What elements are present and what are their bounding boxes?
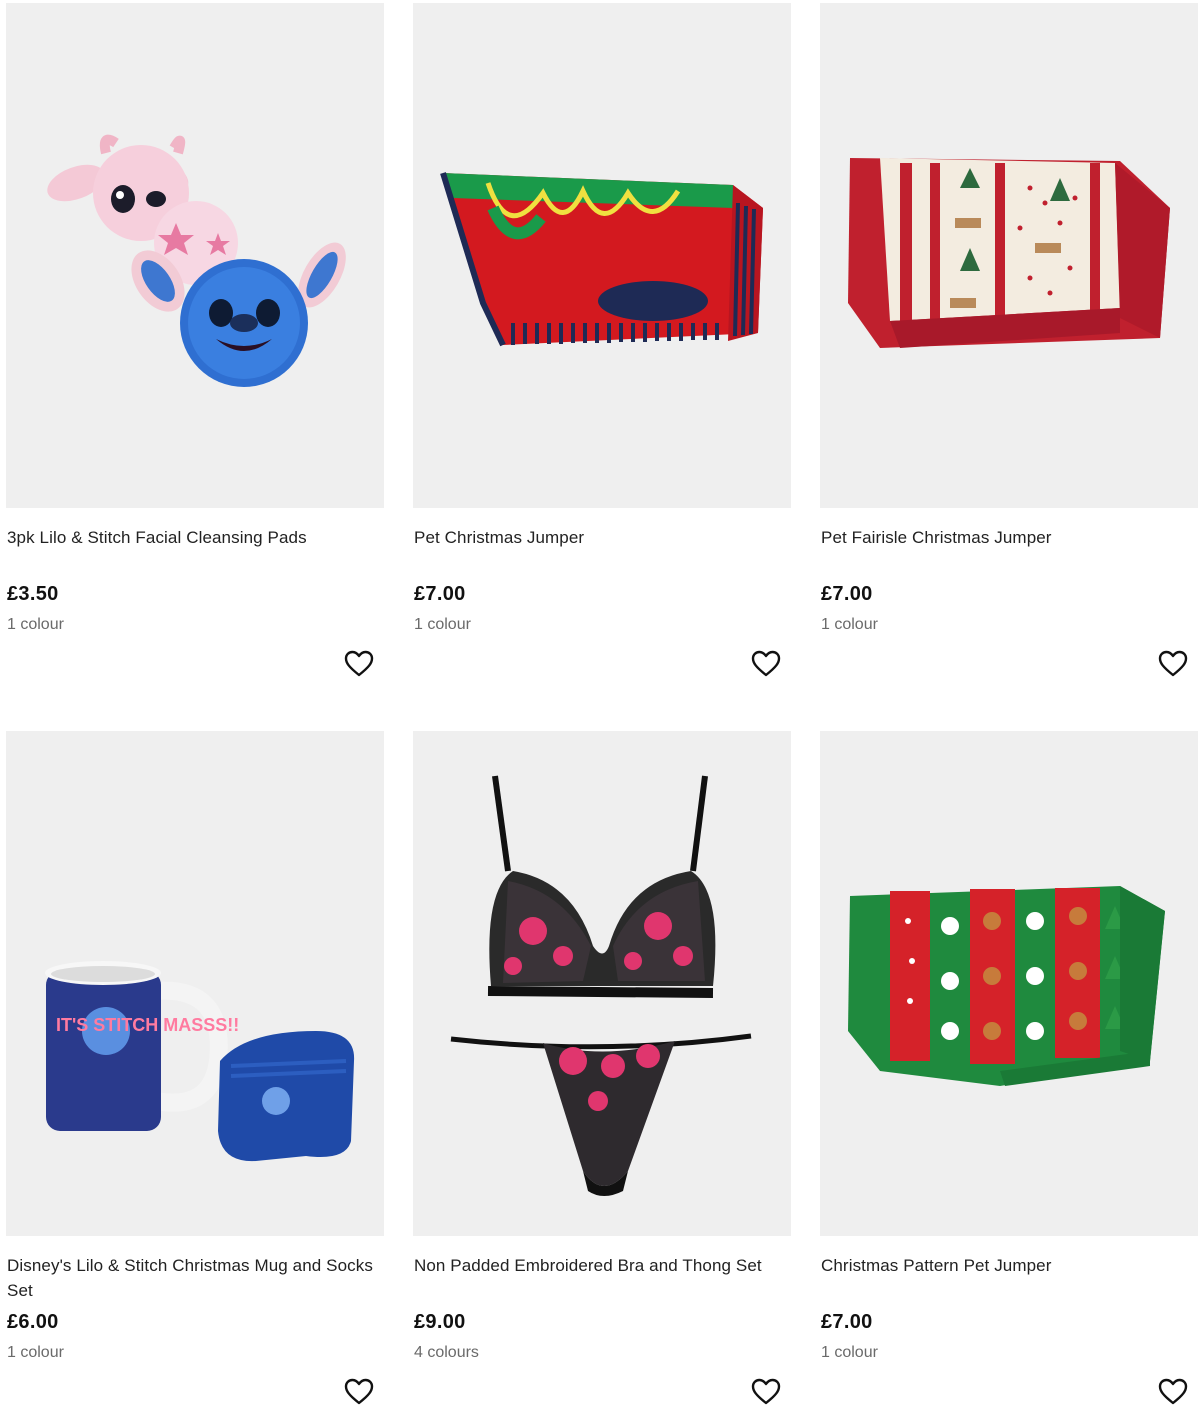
product-title[interactable]: Pet Christmas Jumper xyxy=(414,525,784,550)
heart-icon xyxy=(344,650,374,677)
wishlist-button[interactable] xyxy=(343,1376,375,1405)
red-pet-jumper-image xyxy=(440,172,763,347)
colour-count: 1 colour xyxy=(7,1344,64,1361)
wishlist-button[interactable] xyxy=(1157,1376,1189,1405)
colour-count: 4 colours xyxy=(414,1344,479,1361)
colour-count: 1 colour xyxy=(821,616,878,633)
heart-icon xyxy=(344,1378,374,1405)
stitch-cleansing-pads-image xyxy=(47,134,346,387)
product-price: £6.00 xyxy=(7,1311,59,1333)
bra-thong-set-image xyxy=(450,775,752,1196)
product-image[interactable] xyxy=(820,3,1198,508)
product-price: £3.50 xyxy=(7,583,59,605)
green-pet-jumper-image xyxy=(848,886,1165,1086)
product-title[interactable]: Pet Fairisle Christmas Jumper xyxy=(821,525,1191,550)
stitch-mug-socks-image: IT'S STITCH MASSS!! xyxy=(45,961,355,1162)
product-image[interactable] xyxy=(413,3,791,508)
heart-icon xyxy=(1158,1378,1188,1405)
product-title[interactable]: Disney's Lilo & Stitch Christmas Mug and… xyxy=(7,1253,377,1303)
heart-icon xyxy=(751,1378,781,1405)
product-image[interactable] xyxy=(6,3,384,508)
colour-count: 1 colour xyxy=(7,616,64,633)
product-image[interactable] xyxy=(413,731,791,1236)
product-price: £7.00 xyxy=(821,1311,873,1333)
mug-text: IT'S STITCH MASSS!! xyxy=(56,1015,239,1035)
product-title[interactable]: Christmas Pattern Pet Jumper xyxy=(821,1253,1191,1278)
wishlist-button[interactable] xyxy=(1157,648,1189,680)
product-title[interactable]: Non Padded Embroidered Bra and Thong Set xyxy=(414,1253,784,1278)
heart-icon xyxy=(1158,650,1188,677)
product-image[interactable]: IT'S STITCH MASSS!! xyxy=(6,731,384,1236)
product-price: £9.00 xyxy=(414,1311,466,1333)
product-price: £7.00 xyxy=(821,583,873,605)
colour-count: 1 colour xyxy=(414,616,471,633)
wishlist-button[interactable] xyxy=(750,1376,782,1405)
product-image[interactable] xyxy=(820,731,1198,1236)
product-title[interactable]: 3pk Lilo & Stitch Facial Cleansing Pads xyxy=(7,525,377,550)
colour-count: 1 colour xyxy=(821,1344,878,1361)
wishlist-button[interactable] xyxy=(343,648,375,680)
heart-icon xyxy=(751,650,781,677)
wishlist-button[interactable] xyxy=(750,648,782,680)
fairisle-pet-jumper-image xyxy=(848,158,1170,348)
product-price: £7.00 xyxy=(414,583,466,605)
